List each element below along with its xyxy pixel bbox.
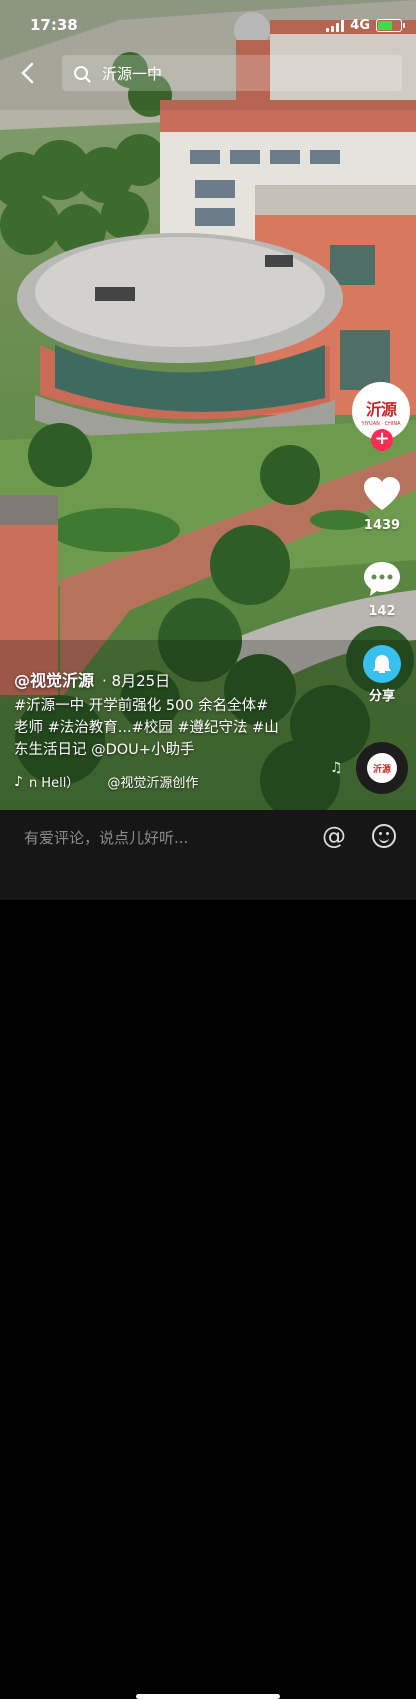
caption-description[interactable]: #沂源一中 开学前强化 500 余名全体# 老师 #法治教育...#校园 #遵纪…: [14, 695, 314, 761]
music-disc-cover: 沂源: [367, 753, 397, 783]
author-avatar-group[interactable]: 沂源 YIYUAN · CHINA +: [352, 382, 410, 451]
battery-icon: [376, 19, 405, 32]
author-line: @视觉沂源 · 8月25日: [14, 667, 314, 691]
status-bar: 17:38 4G: [0, 0, 416, 50]
music-info[interactable]: ♪ n Hell） @视觉沂源创作: [14, 772, 199, 792]
like-button[interactable]: 1439: [352, 476, 412, 533]
avatar-subtext: YIYUAN · CHINA: [361, 420, 401, 427]
music-disc-button[interactable]: 沂源: [356, 742, 408, 794]
heart-icon: [364, 477, 400, 510]
home-indicator: [136, 1694, 280, 1699]
caption-line: 老师 #法治教育...#校园 #遵纪守法 #山: [14, 720, 279, 736]
comment-input[interactable]: 有爱评论，说点儿好听...: [24, 827, 188, 848]
search-query: 沂源一中: [102, 64, 163, 83]
share-button[interactable]: 分享: [352, 645, 412, 704]
caption-line: 东生活日记 @DOU+小助手: [14, 742, 195, 758]
share-label: 分享: [368, 689, 395, 704]
back-icon: [21, 62, 34, 84]
at-icon[interactable]: @: [322, 822, 346, 850]
search-bar[interactable]: 沂源一中: [62, 55, 402, 91]
author-handle[interactable]: @视觉沂源: [14, 671, 94, 690]
comment-button[interactable]: 142: [352, 560, 412, 619]
search-icon: [74, 66, 88, 80]
comment-bar: 有爱评论，说点儿好听... @: [0, 810, 416, 1699]
music-credit: @视觉沂源创作: [107, 776, 199, 791]
music-title: n Hell）: [28, 776, 80, 791]
emoji-icon[interactable]: [372, 824, 396, 848]
post-date: · 8月25日: [102, 672, 171, 690]
music-note-icon: ♪: [14, 773, 23, 790]
music-note-icon: ♫: [330, 760, 343, 776]
back-button[interactable]: [14, 58, 40, 88]
share-icon: [363, 645, 401, 683]
comment-icon: [364, 562, 400, 596]
follow-button[interactable]: +: [371, 429, 393, 451]
video-caption: @视觉沂源 · 8月25日 #沂源一中 开学前强化 500 余名全体# 老师 #法…: [14, 667, 314, 761]
signal-icon: [326, 19, 345, 32]
status-time: 17:38: [30, 16, 78, 34]
caption-line: #沂源一中 开学前强化 500 余名全体#: [14, 698, 269, 714]
comment-count: 142: [368, 604, 396, 619]
avatar-logo-text: 沂源: [365, 399, 397, 419]
network-label: 4G: [350, 18, 370, 33]
like-count: 1439: [363, 518, 401, 533]
status-indicators: 4G: [326, 18, 405, 33]
